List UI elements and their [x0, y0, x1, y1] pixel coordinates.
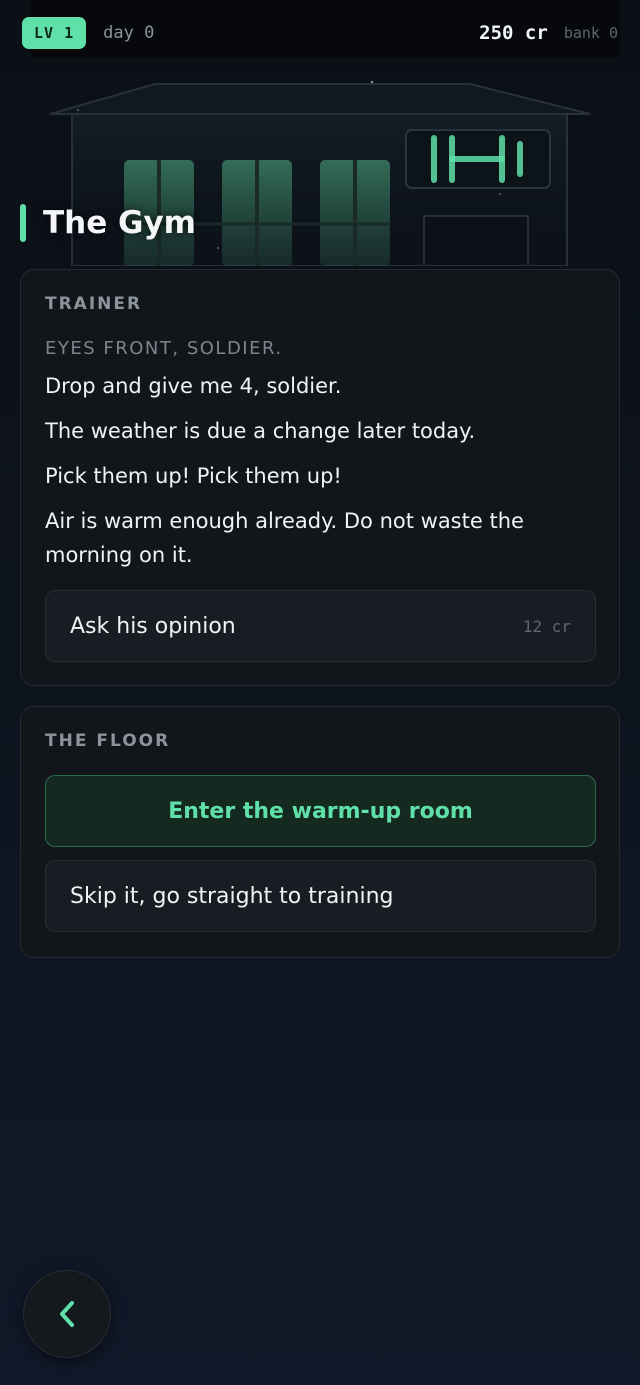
title-accent-bar — [20, 204, 26, 242]
dialogue-line: The weather is due a change later today. — [45, 419, 476, 443]
chevron-left-icon — [60, 1301, 74, 1327]
trainer-subtitle: EYES FRONT, SOLDIER. — [45, 338, 283, 359]
back-button[interactable] — [23, 1270, 111, 1358]
dialogue-line: Drop and give me 4, soldier. — [45, 374, 342, 398]
skip-to-training-button[interactable]: Skip it, go straight to training — [45, 860, 596, 932]
day-counter: day 0 — [103, 23, 155, 43]
floor-card: THE FLOOR Enter the warm-up room Skip it… — [20, 706, 620, 958]
window-right — [320, 160, 390, 266]
dumbbell-icon — [405, 129, 551, 189]
credits-display: 250 cr — [479, 22, 548, 44]
level-badge: LV 1 — [22, 17, 87, 49]
trainer-section-label: TRAINER — [45, 294, 143, 314]
dialogue-line: Air is warm enough already. Do not waste… — [45, 509, 524, 567]
ask-opinion-cost: 12 cr — [522, 616, 571, 636]
floor-section-label: THE FLOOR — [45, 731, 171, 751]
ask-opinion-button[interactable]: Ask his opinion 12 cr — [45, 590, 596, 662]
page-title: The Gym — [43, 205, 196, 241]
trainer-dialogue: Drop and give me 4, soldier. The weather… — [45, 369, 595, 572]
dialogue-line: Pick them up! Pick them up! — [45, 464, 342, 488]
enter-warmup-room-label: Enter the warm-up room — [168, 798, 473, 824]
window-middle — [222, 160, 292, 266]
location-header: The Gym — [20, 202, 196, 244]
ask-opinion-label: Ask his opinion — [70, 613, 236, 639]
gym-screen: LV 1 day 0 250 cr bank 0 The Gym TRAINER… — [0, 0, 640, 1385]
enter-warmup-room-button[interactable]: Enter the warm-up room — [45, 775, 596, 847]
skip-to-training-label: Skip it, go straight to training — [70, 883, 394, 909]
trainer-card: TRAINER EYES FRONT, SOLDIER. Drop and gi… — [20, 269, 620, 686]
status-bar: LV 1 day 0 250 cr bank 0 — [0, 0, 640, 66]
bank-display: bank 0 — [563, 24, 618, 42]
